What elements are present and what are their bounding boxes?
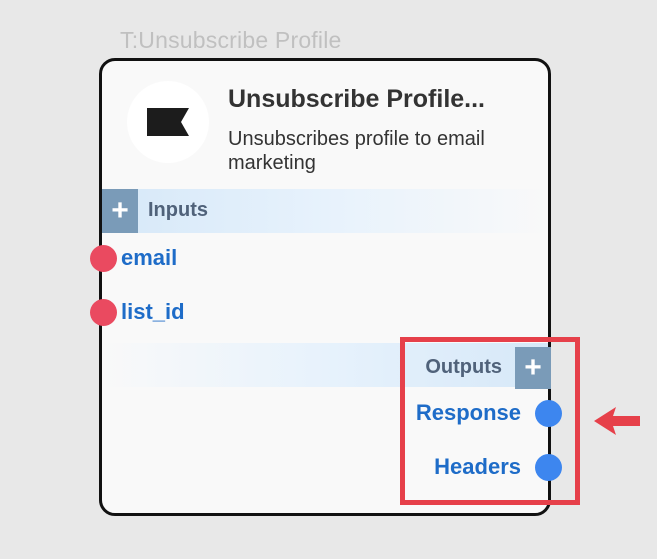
input-port-label: list_id [121,299,185,324]
input-connector-dot[interactable] [90,299,117,326]
input-port-label: email [121,245,178,270]
node-description: Unsubscribes profile to email marketing [228,128,485,174]
add-input-button[interactable]: + [102,189,138,233]
node-logo [127,81,209,163]
red-arrow-icon [594,407,640,435]
klaviyo-flag-icon [147,108,189,136]
node-type-label: T:Unsubscribe Profile [120,27,342,53]
inputs-section-header: + Inputs [102,189,548,233]
node-title: Unsubscribe Profile... [228,85,486,113]
outputs-highlight-box [400,337,580,505]
input-port-list-id[interactable]: list_id [90,297,302,327]
input-port-email[interactable]: email [90,243,302,273]
node-header: Unsubscribe Profile... Unsubscribes prof… [102,61,548,189]
input-connector-dot[interactable] [90,245,117,272]
inputs-label: Inputs [148,199,208,221]
